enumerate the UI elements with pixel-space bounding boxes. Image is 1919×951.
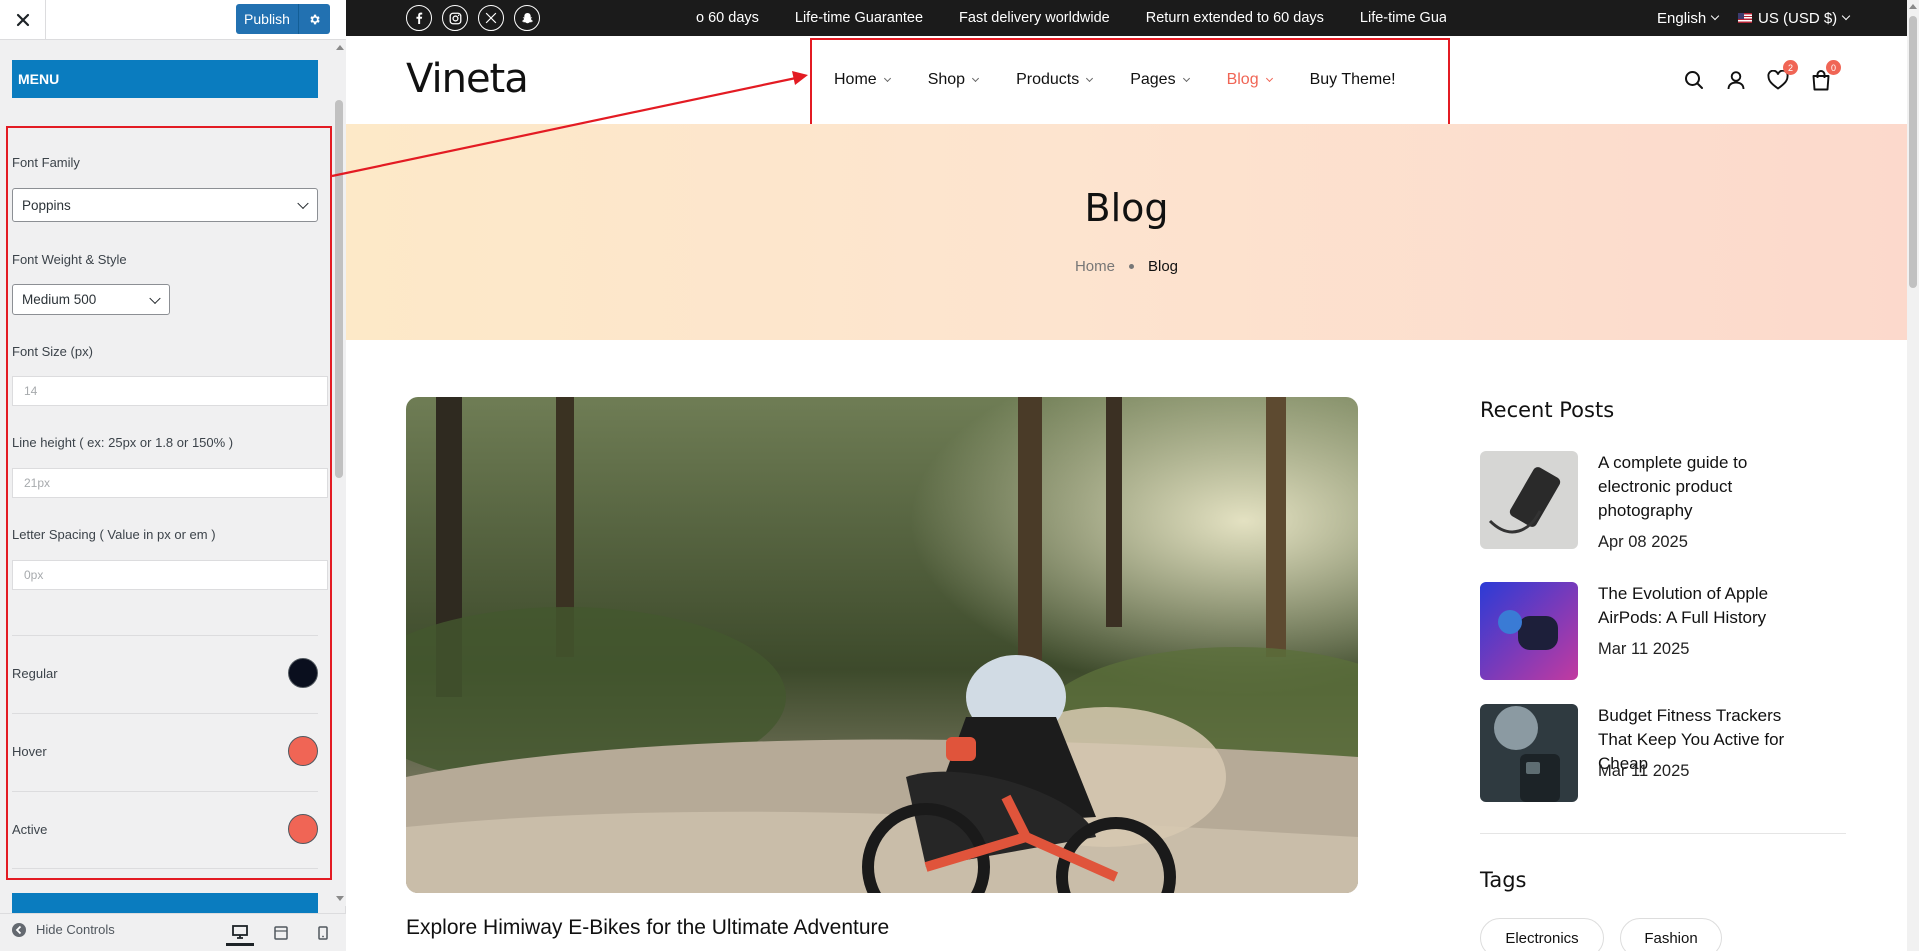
close-icon: [16, 13, 29, 27]
announcement-text: Fast delivery worldwide: [959, 10, 1110, 26]
recent-posts-heading: Recent Posts: [1480, 398, 1615, 422]
mobile-preview-button[interactable]: [309, 920, 337, 946]
next-section-header[interactable]: [12, 893, 318, 913]
wishlist-count-badge: 2: [1783, 60, 1798, 75]
publish-settings-button[interactable]: [298, 4, 330, 34]
customizer-footer: Hide Controls: [0, 913, 346, 951]
post-featured-image[interactable]: [406, 397, 1358, 893]
language-selector[interactable]: English: [1657, 0, 1720, 36]
announcement-text: Return extended to 60 days: [1145, 10, 1324, 26]
menu-section-title: MENU: [12, 60, 318, 98]
tags-heading: Tags: [1480, 868, 1527, 892]
scroll-up-icon[interactable]: [1909, 4, 1917, 9]
recent-post-date: Apr 08 2025: [1598, 533, 1688, 551]
gear-icon: [310, 14, 320, 24]
close-customizer-button[interactable]: [0, 0, 46, 40]
scroll-down-icon[interactable]: [336, 896, 344, 901]
recent-post-item[interactable]: The Evolution of Apple AirPods: A Full H…: [1480, 582, 1840, 682]
announcement-text: o 60 days: [696, 10, 759, 26]
post-title-link[interactable]: Explore Himiway E-Bikes for the Ultimate…: [406, 916, 889, 940]
facebook-link[interactable]: [406, 5, 432, 31]
recent-post-date: Mar 11 2025: [1598, 762, 1690, 780]
panel-scrollbar[interactable]: [333, 40, 346, 906]
facebook-icon: [416, 12, 423, 24]
recent-post-date: Mar 11 2025: [1598, 640, 1690, 658]
search-button[interactable]: [1680, 66, 1708, 94]
announcement-text: Life-time Guarantee: [794, 10, 924, 26]
x-twitter-link[interactable]: [478, 5, 504, 31]
cart-button[interactable]: 0: [1807, 60, 1841, 94]
mobile-icon: [318, 926, 328, 940]
chevron-down-icon: [1841, 11, 1851, 21]
customizer-header: Publish: [0, 0, 346, 40]
site-preview: o 60 days Life-time Guarantee Fast deliv…: [346, 0, 1907, 951]
desktop-icon: [232, 924, 248, 939]
site-logo[interactable]: Vineta: [406, 56, 529, 102]
scroll-thumb[interactable]: [1909, 16, 1917, 288]
cart-count-badge: 0: [1826, 60, 1841, 75]
highlight-box-panel: [6, 126, 332, 880]
hide-controls-label: Hide Controls: [36, 922, 115, 937]
airpods-photo: [1480, 582, 1578, 680]
account-button[interactable]: [1722, 66, 1750, 94]
recent-post-item[interactable]: Budget Fitness Trackers That Keep You Ac…: [1480, 704, 1840, 804]
scroll-up-icon[interactable]: [336, 45, 344, 50]
announcement-marquee: o 60 days Life-time Guarantee Fast deliv…: [696, 0, 1446, 36]
snapchat-icon: [521, 12, 533, 23]
announcement-text: Life-time Guara: [1359, 10, 1446, 26]
breadcrumb-current: Blog: [1147, 258, 1179, 275]
tablet-icon: [274, 926, 288, 940]
fitness-tracker-photo: [1480, 704, 1578, 802]
instagram-icon: [449, 12, 461, 24]
recent-post-title: A complete guide to electronic product p…: [1598, 453, 1748, 520]
instagram-link[interactable]: [442, 5, 468, 31]
tag-fashion[interactable]: Fashion: [1620, 918, 1722, 951]
mountain-bike-photo: [406, 397, 1358, 893]
wishlist-button[interactable]: 2: [1764, 60, 1798, 94]
chevron-down-icon: [1710, 11, 1720, 21]
breadcrumb-separator: [1128, 264, 1134, 269]
page-hero: Blog Home Blog: [346, 124, 1907, 340]
desktop-preview-button[interactable]: [226, 920, 254, 946]
post-thumbnail: [1480, 704, 1578, 802]
recent-post-item[interactable]: A complete guide to electronic product p…: [1480, 451, 1840, 551]
hide-controls-button[interactable]: Hide Controls: [12, 922, 115, 937]
publish-button[interactable]: Publish: [236, 4, 330, 34]
language-value: English: [1657, 9, 1707, 27]
x-twitter-icon: [485, 12, 497, 24]
announcement-bar: o 60 days Life-time Guarantee Fast deliv…: [346, 0, 1907, 36]
site-header: Vineta Home Shop Products Pages Blog Buy…: [346, 36, 1907, 126]
phone-charger-photo: [1480, 451, 1578, 549]
scroll-thumb[interactable]: [335, 100, 343, 478]
post-thumbnail: [1480, 582, 1578, 680]
collapse-icon: [12, 922, 26, 937]
highlight-box-nav: [810, 38, 1450, 126]
publish-label: Publish: [244, 11, 290, 27]
currency-selector[interactable]: US (USD $): [1738, 0, 1851, 36]
search-icon: [1685, 71, 1703, 89]
breadcrumb-home-link[interactable]: Home: [1075, 258, 1115, 275]
currency-value: US (USD $): [1758, 9, 1838, 27]
us-flag-icon: [1738, 13, 1752, 23]
post-thumbnail: [1480, 451, 1578, 549]
snapchat-link[interactable]: [514, 5, 540, 31]
user-icon: [1727, 71, 1745, 90]
breadcrumb: Home Blog: [346, 258, 1907, 275]
page-title: Blog: [1084, 186, 1169, 230]
customizer-panel: Publish MENU Font Family Poppins Font We…: [0, 0, 346, 951]
preview-scrollbar[interactable]: [1907, 0, 1919, 951]
tablet-preview-button[interactable]: [267, 920, 295, 946]
recent-post-title: The Evolution of Apple AirPods: A Full H…: [1598, 584, 1769, 627]
tag-electronics[interactable]: Electronics: [1480, 918, 1604, 951]
sidebar-divider: [1480, 833, 1846, 834]
